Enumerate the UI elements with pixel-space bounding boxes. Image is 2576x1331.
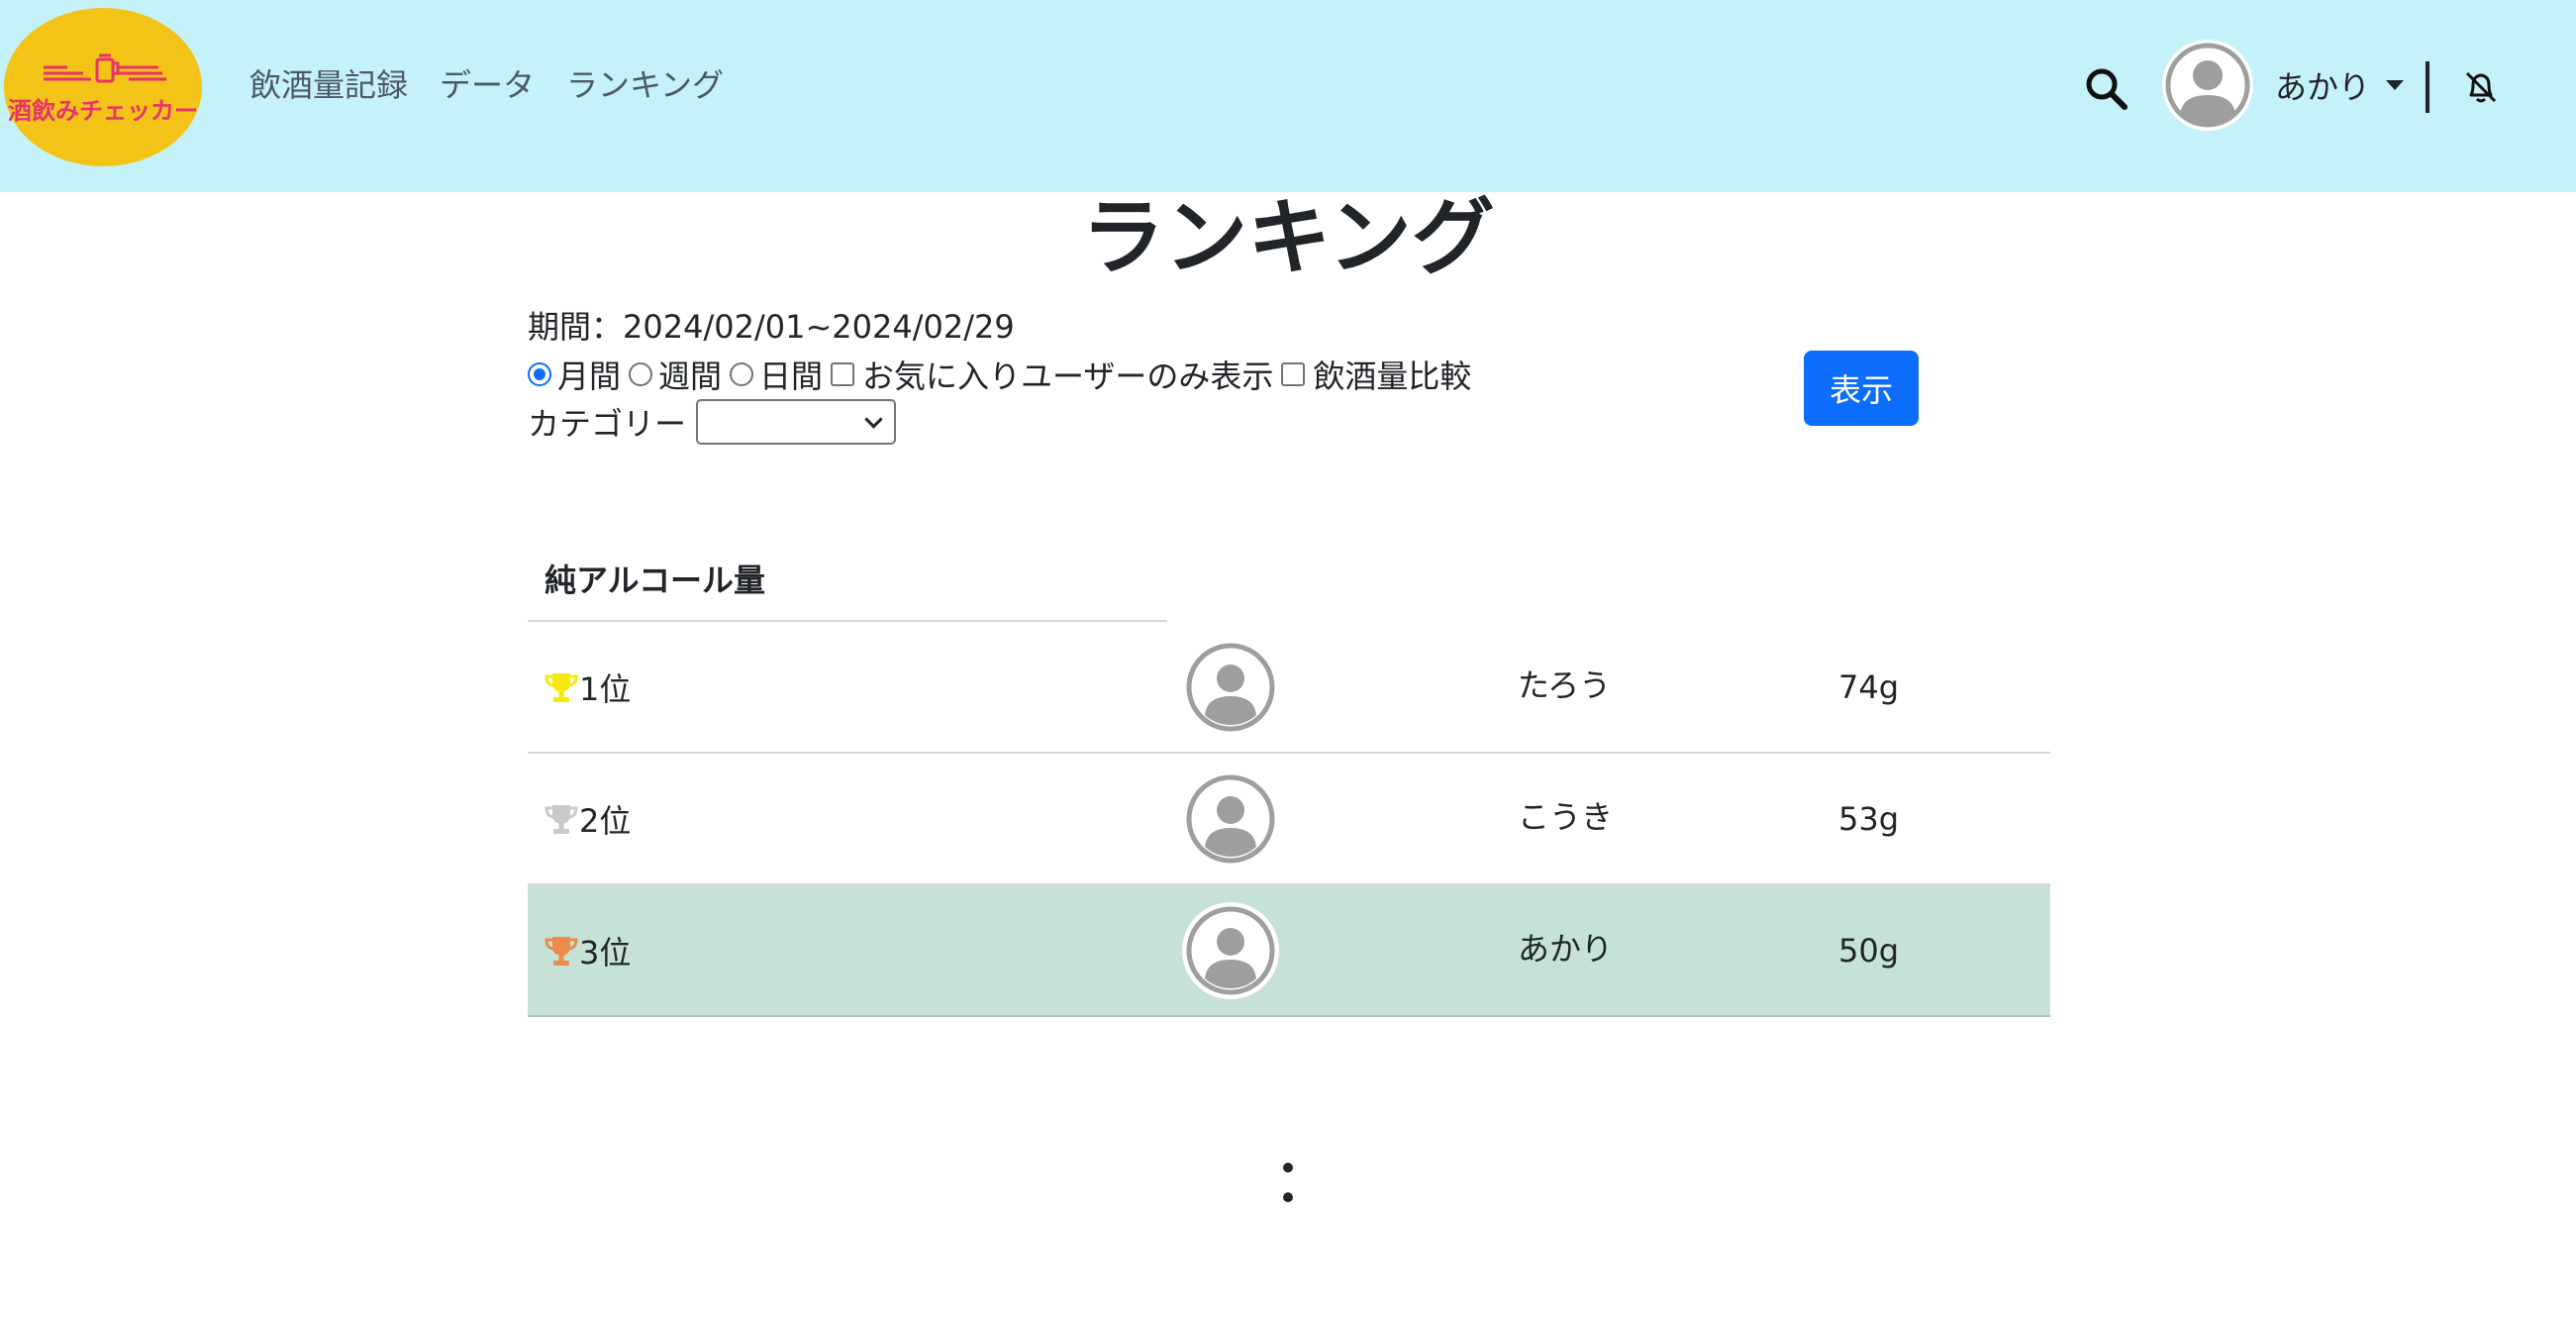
nav-drink-record[interactable]: 飲酒量記録: [249, 63, 408, 107]
nav-ranking[interactable]: ランキング: [566, 63, 724, 107]
vertical-ellipsis-icon: [1280, 1159, 1296, 1210]
user-avatar-icon[interactable]: [1185, 642, 1276, 733]
show-button[interactable]: 表示: [1804, 351, 1919, 426]
rank-cell: 2位: [544, 797, 631, 841]
filter-options: 月間 週間 日間 お気に入りユーザーのみ表示 飲酒量比較: [528, 353, 1479, 396]
ranking-row-2: 2位 こうき 53g: [528, 754, 2050, 885]
category-select[interactable]: [696, 399, 897, 445]
category-label: カテゴリー: [528, 405, 687, 443]
logo-text: 酒飲みチェッカー: [8, 97, 198, 125]
rank-label: 2位: [579, 802, 632, 840]
checkbox-compare-label: 飲酒量比較: [1313, 358, 1472, 395]
user-menu-toggle[interactable]: あかり: [2275, 63, 2405, 107]
user-avatar-icon[interactable]: [1181, 901, 1280, 1000]
caret-down-icon: [2386, 80, 2405, 90]
radio-daily[interactable]: [730, 362, 754, 386]
rank-label: 3位: [579, 934, 632, 972]
checkbox-favorites-only-label: お気に入りユーザーのみ表示: [862, 358, 1274, 395]
gold-trophy-icon: [545, 673, 578, 702]
category-filter: カテゴリー: [528, 398, 897, 446]
radio-weekly[interactable]: [629, 362, 653, 386]
rank-label: 1位: [579, 670, 632, 708]
user-avatar-icon[interactable]: [1185, 773, 1276, 865]
user-name-cell[interactable]: たろう: [1518, 664, 1611, 707]
rank-cell: 1位: [544, 666, 631, 709]
bronze-trophy-icon: [545, 937, 578, 966]
alcohol-amount-cell: 50g: [1838, 932, 1900, 970]
page-title: ランキング: [1081, 189, 1495, 286]
radio-monthly[interactable]: [528, 362, 551, 386]
nav-data[interactable]: データ: [440, 63, 535, 107]
ranking-row-3: 3位 あかり 50g: [528, 885, 2050, 1017]
navbar-divider: [2426, 61, 2429, 113]
user-name-cell[interactable]: あかり: [1518, 927, 1613, 971]
silver-trophy-icon: [545, 805, 578, 834]
user-name-cell[interactable]: こうき: [1518, 795, 1613, 839]
user-name: あかり: [2275, 68, 2371, 106]
alcohol-amount-cell: 74g: [1838, 668, 1900, 706]
beer-mug-logo-icon: [44, 53, 166, 83]
radio-weekly-label: 週間: [658, 358, 723, 395]
checkbox-compare[interactable]: [1281, 362, 1306, 386]
radio-daily-label: 日間: [759, 358, 824, 395]
alcohol-amount-cell: 53g: [1838, 800, 1900, 838]
ranking-row-1: 1位 たろう 74g: [528, 622, 2050, 754]
bell-slash-icon[interactable]: [2461, 67, 2501, 107]
user-avatar-icon[interactable]: [2160, 38, 2255, 133]
radio-monthly-label: 月間: [557, 358, 622, 395]
app-logo[interactable]: 酒飲みチェッカー: [4, 8, 202, 166]
top-navbar: 酒飲みチェッカー 飲酒量記録 データ ランキング あかり: [0, 0, 2576, 192]
period-text: 期間：2024/02/01~2024/02/29: [528, 308, 1015, 346]
ranking-header: 純アルコール量: [545, 562, 766, 599]
checkbox-favorites-only[interactable]: [831, 362, 855, 386]
search-icon[interactable]: [2083, 65, 2129, 111]
rank-cell: 3位: [544, 929, 631, 973]
